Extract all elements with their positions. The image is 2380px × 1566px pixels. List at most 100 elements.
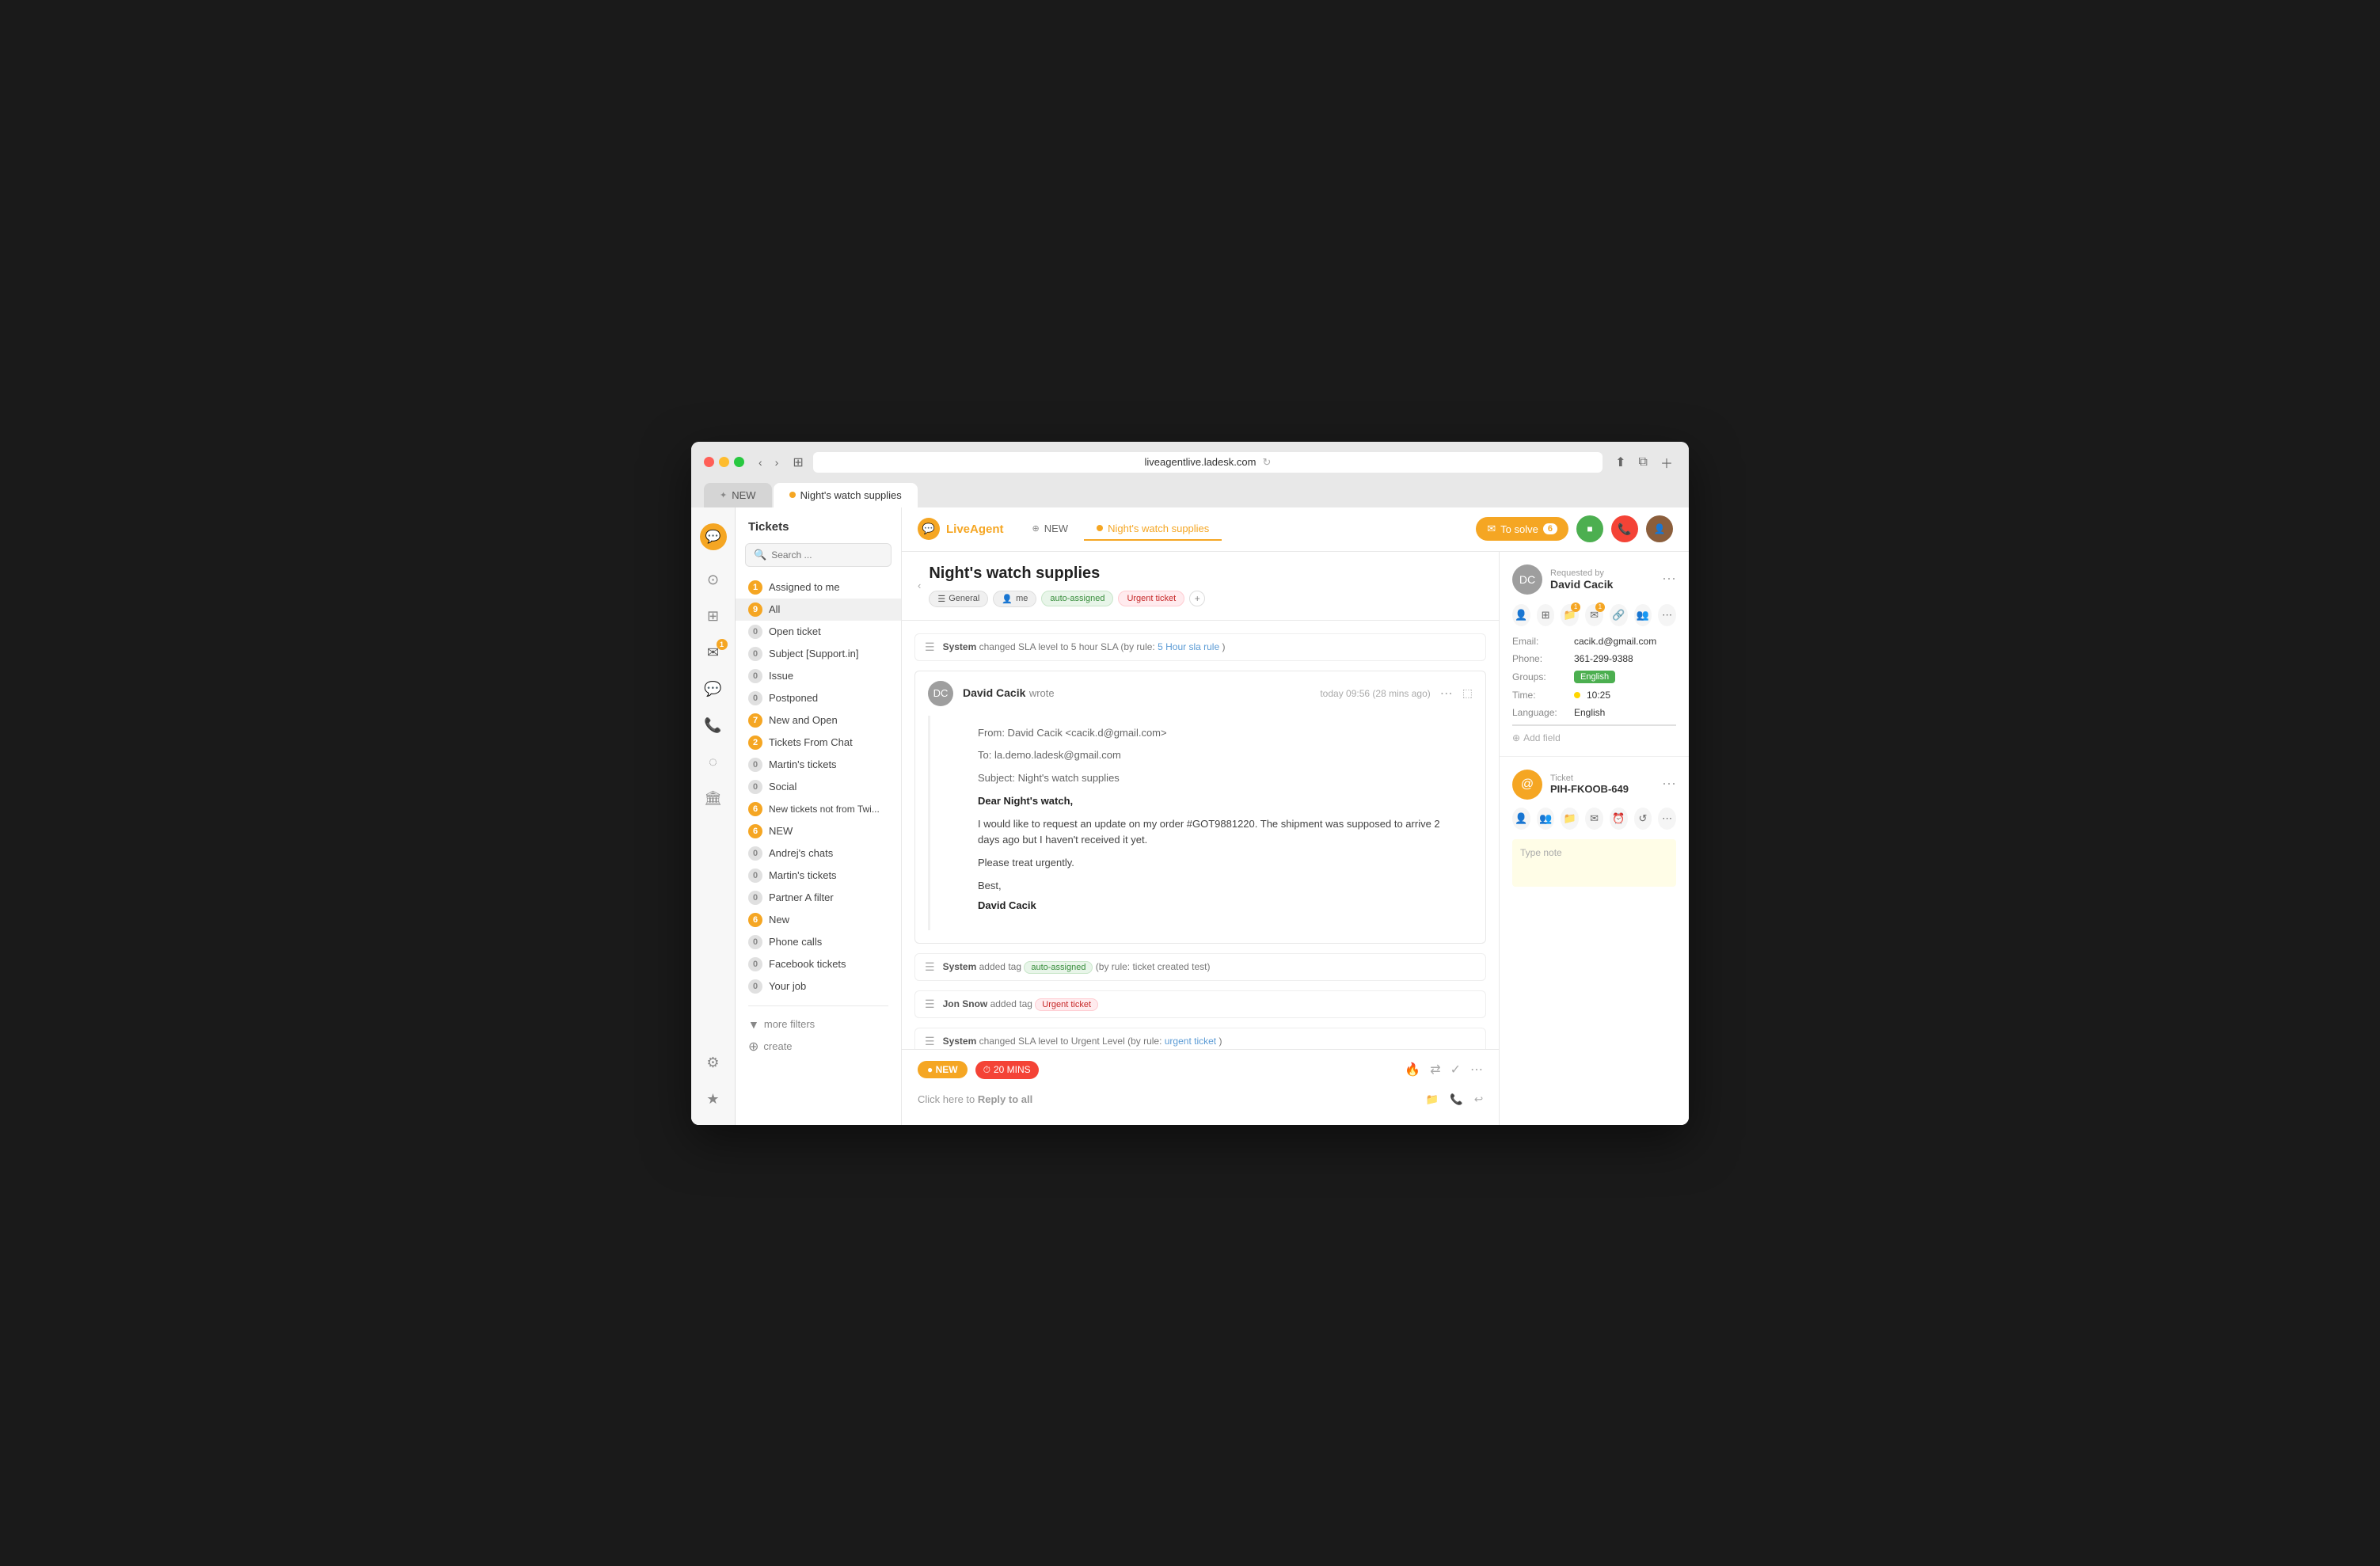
sidebar-item-open-ticket[interactable]: 0 Open ticket [736,621,901,643]
email-meta: David Cacik wrote [963,686,1310,701]
requester-menu-button[interactable]: ⋯ [1662,571,1676,587]
note-area[interactable]: Type note [1512,839,1676,887]
sidebar-item-subject[interactable]: 0 Subject [Support.in] [736,643,901,665]
search-box[interactable]: 🔍 [745,543,892,567]
email-name: David Cacik [978,899,1036,911]
resolve-icon-btn[interactable]: ✓ [1450,1062,1461,1078]
sidebar-item-new-and-open[interactable]: 7 New and Open [736,709,901,732]
create-btn[interactable]: ⊕ create [736,1035,901,1059]
close-traffic-light[interactable] [704,457,714,467]
sidebar-item-partner-a[interactable]: 0 Partner A filter [736,887,901,909]
dashboard-icon[interactable]: ⊙ [698,564,729,596]
forward-reply-icon-btn[interactable]: ↩ [1474,1093,1483,1106]
fullscreen-traffic-light[interactable] [734,457,744,467]
sidebar-item-your-job[interactable]: 0 Your job [736,975,901,998]
rp-link-btn[interactable]: 🔗 [1610,604,1628,626]
rp-email-btn[interactable]: ✉ 1 [1585,604,1603,626]
ticket-menu-button[interactable]: ⋯ [1662,776,1676,793]
header-tab-ticket[interactable]: Night's watch supplies [1084,518,1222,541]
email-body-1: I would like to request an update on my … [978,816,1460,850]
sidebar-item-tickets-from-chat[interactable]: 2 Tickets From Chat [736,732,901,754]
sidebar-item-all[interactable]: 9 All [736,599,901,621]
address-bar[interactable]: liveagentlive.ladesk.com ↻ [813,452,1603,473]
forward-button[interactable]: › [770,454,784,470]
tab-new[interactable]: ✦ NEW [704,483,772,507]
sidebar-item-new-tickets-twi[interactable]: 6 New tickets not from Twi... [736,798,901,820]
call-button[interactable]: 📞 [1611,515,1638,542]
fire-icon-btn[interactable]: 🔥 [1405,1062,1420,1078]
more-filters-btn[interactable]: ▼ more filters [736,1014,901,1035]
header-tab-new[interactable]: ⊕ NEW [1020,518,1082,541]
system-rule-1: 5 Hour sla rule [1158,641,1219,652]
header-logo-symbol: 💬 [922,523,935,535]
rp-person-btn[interactable]: 👤 [1512,604,1530,626]
add-field-btn[interactable]: ⊕ Add field [1512,732,1676,743]
email-menu-button[interactable]: ⋯ [1440,686,1453,701]
rp-user2-btn[interactable]: 👥 [1634,604,1652,626]
requested-by-label: Requested by [1550,568,1613,578]
system-action-3: added tag [990,998,1036,1009]
star-icon[interactable]: ★ [698,1084,729,1116]
ts-person-btn[interactable]: 👤 [1512,808,1530,830]
add-tag-button[interactable]: + [1189,591,1205,606]
sidebar-item-issue[interactable]: 0 Issue [736,665,901,687]
sidebar-item-new[interactable]: 6 NEW [736,820,901,842]
collapse-button[interactable]: ‹ [918,580,921,591]
count-issue: 0 [748,669,762,683]
system-tag-2: auto-assigned [1024,961,1093,974]
url-text: liveagentlive.ladesk.com [1145,456,1257,468]
sidebar-item-andrejs-chats[interactable]: 0 Andrej's chats [736,842,901,865]
ts-history-btn[interactable]: ↺ [1634,808,1652,830]
sidebar-item-martins-tickets-1[interactable]: 0 Martin's tickets [736,754,901,776]
system-actor-3: Jon Snow [943,998,988,1009]
tab-grid-icon[interactable]: ⊞ [793,454,803,470]
building-icon[interactable]: 🏛 [698,783,729,815]
duplicate-icon[interactable]: ⧉ [1636,451,1651,473]
rp-folder-btn[interactable]: 📁 1 [1561,604,1579,626]
search-input[interactable] [771,549,883,561]
tag-urgent[interactable]: Urgent ticket [1118,591,1184,606]
user-avatar[interactable]: 👤 [1646,515,1673,542]
clock-icon[interactable]: ◌ [698,747,729,778]
ts-email-btn[interactable]: ✉ [1585,808,1603,830]
sidebar-item-assigned-to-me[interactable]: 1 Assigned to me [736,576,901,599]
reply-click-area[interactable]: Click here to Reply to all 📁 📞 ↩ [918,1085,1483,1114]
tag-me[interactable]: 👤 me [993,591,1036,607]
ts-clock-btn[interactable]: ⏰ [1610,808,1628,830]
ts-folder-btn[interactable]: 📁 [1561,808,1579,830]
rp-more2-btn[interactable]: ⋯ [1658,604,1676,626]
tag-general[interactable]: ☰ General [929,591,988,607]
status-green-button[interactable]: ■ [1576,515,1603,542]
chat-icon[interactable]: 💬 [698,674,729,705]
call-reply-icon-btn[interactable]: 📞 [1450,1093,1463,1106]
share-icon[interactable]: ⬆ [1612,451,1629,473]
sidebar-item-new-6[interactable]: 6 New [736,909,901,931]
sidebar-item-phone-calls[interactable]: 0 Phone calls [736,931,901,953]
new-tab-icon[interactable]: ＋ [1657,451,1676,473]
expand-email-button[interactable]: ⬚ [1462,686,1473,700]
email-icon[interactable]: ✉ 1 [698,637,729,669]
solve-button[interactable]: ✉ To solve 6 [1476,517,1568,541]
ts-group-btn[interactable]: 👥 [1537,808,1555,830]
transfer-icon-btn[interactable]: ⇄ [1430,1062,1440,1078]
ts-more-btn[interactable]: ⋯ [1658,808,1676,830]
tab-ticket[interactable]: Night's watch supplies [774,483,918,507]
count-all: 9 [748,602,762,617]
rp-grid-btn[interactable]: ⊞ [1537,604,1555,626]
refresh-icon[interactable]: ↻ [1262,456,1271,469]
settings-icon[interactable]: ⚙ [698,1047,729,1079]
tag-auto-assigned[interactable]: auto-assigned [1041,591,1113,606]
sidebar-item-martins-tickets-2[interactable]: 0 Martin's tickets [736,865,901,887]
sidebar-item-social[interactable]: 0 Social [736,776,901,798]
system-rule-4: urgent ticket [1165,1036,1216,1047]
sidebar-item-facebook[interactable]: 0 Facebook tickets [736,953,901,975]
phone-icon[interactable]: 📞 [698,710,729,742]
rp-header: DC Requested by David Cacik ⋯ [1512,564,1676,595]
grid-icon[interactable]: ⊞ [698,601,729,633]
more-icon-btn[interactable]: ⋯ [1470,1062,1483,1078]
attachment-icon-btn[interactable]: 📁 [1426,1093,1439,1106]
minimize-traffic-light[interactable] [719,457,729,467]
label-martins-1: Martin's tickets [769,758,837,770]
back-button[interactable]: ‹ [754,454,767,470]
sidebar-item-postponed[interactable]: 0 Postponed [736,687,901,709]
